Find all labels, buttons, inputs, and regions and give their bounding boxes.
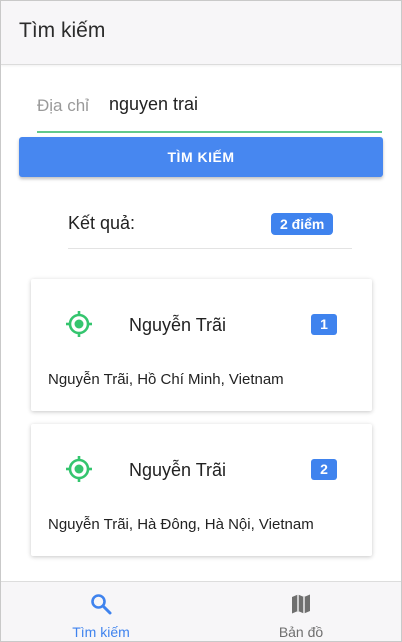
nav-tab-map[interactable]: Bản đồ <box>201 582 401 641</box>
results-summary: Kết quả: 2 điểm <box>68 204 352 249</box>
result-index-badge: 1 <box>311 314 337 335</box>
result-address: Nguyễn Trãi, Hồ Chí Minh, Vietnam <box>48 371 284 388</box>
page-title: Tìm kiếm <box>19 19 106 42</box>
results-count-badge: 2 điểm <box>271 213 334 235</box>
result-name: Nguyễn Trãi <box>129 315 227 335</box>
nav-tab-search[interactable]: Tìm kiếm <box>1 582 201 641</box>
bottom-navigation: Tìm kiếm Bản đồ <box>1 581 401 641</box>
address-field[interactable]: Địa chỉ <box>37 85 382 133</box>
search-icon <box>91 594 112 615</box>
result-index-badge: 2 <box>311 459 337 480</box>
app-bar: Tìm kiếm <box>1 1 401 65</box>
nav-tab-map-label: Bản đồ <box>278 624 324 640</box>
address-input[interactable] <box>109 94 369 115</box>
result-card[interactable]: Nguyễn Trãi 2 Nguyễn Trãi, Hà Đông, Hà N… <box>31 424 372 556</box>
app-screen: Tìm kiếm Địa chỉ TÌM KIẾM Kết quả: 2 điể… <box>0 0 402 642</box>
search-button[interactable]: TÌM KIẾM <box>19 137 383 177</box>
result-address: Nguyễn Trãi, Hà Đông, Hà Nội, Vietnam <box>48 516 314 533</box>
location-target-icon <box>66 456 92 482</box>
result-name: Nguyễn Trãi <box>129 460 227 480</box>
address-field-label: Địa chỉ <box>37 96 89 115</box>
result-card[interactable]: Nguyễn Trãi 1 Nguyễn Trãi, Hồ Chí Minh, … <box>31 279 372 411</box>
results-label: Kết quả: <box>68 213 136 233</box>
location-target-icon <box>66 311 92 337</box>
map-icon <box>292 594 310 614</box>
nav-tab-search-label: Tìm kiếm <box>72 624 130 640</box>
